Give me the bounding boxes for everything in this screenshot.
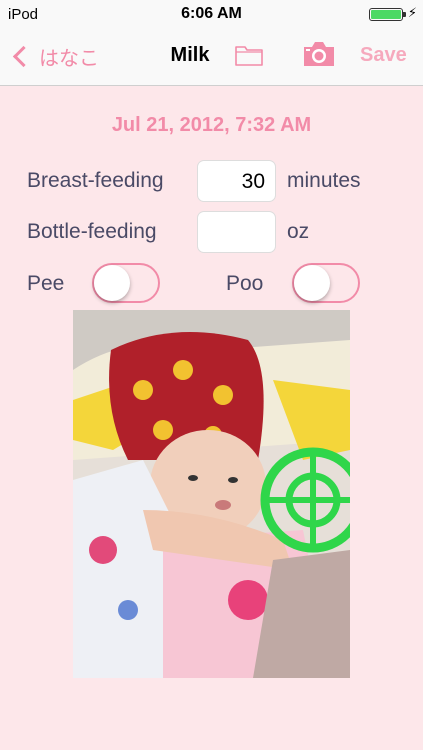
- chevron-left-icon: [12, 45, 35, 67]
- status-bar: iPod 6:06 AM ⚡: [0, 0, 423, 28]
- pee-label: Pee: [27, 272, 65, 295]
- charging-icon: ⚡: [407, 5, 417, 20]
- breast-feeding-input[interactable]: 30: [197, 160, 276, 202]
- navigation-bar: はなこ Milk Save: [0, 28, 423, 86]
- back-button[interactable]: はなこ: [10, 41, 99, 71]
- status-time: 6:06 AM: [181, 5, 242, 22]
- battery-icon: [369, 8, 403, 21]
- camera-icon[interactable]: [302, 40, 336, 68]
- bottle-feeding-input[interactable]: [197, 211, 276, 253]
- breast-feeding-label: Breast-feeding: [27, 169, 164, 192]
- entry-date[interactable]: Jul 21, 2012, 7:32 AM: [0, 114, 423, 137]
- pee-toggle[interactable]: [92, 263, 160, 303]
- baby-photo[interactable]: [73, 310, 350, 678]
- top-bar: iPod 6:06 AM ⚡ はなこ Milk Save: [0, 0, 423, 86]
- folder-icon[interactable]: [235, 44, 263, 66]
- save-button[interactable]: Save: [360, 44, 407, 67]
- breast-feeding-unit: minutes: [287, 169, 361, 192]
- back-button-label: はなこ: [39, 47, 99, 70]
- toggle-knob: [294, 265, 330, 301]
- poo-label: Poo: [226, 272, 264, 295]
- bottle-feeding-label: Bottle-feeding: [27, 220, 157, 243]
- poo-toggle[interactable]: [292, 263, 360, 303]
- bottle-feeding-unit: oz: [287, 220, 310, 243]
- page-title: Milk: [170, 44, 210, 66]
- battery-tip: [403, 12, 406, 17]
- toggle-knob: [94, 265, 130, 301]
